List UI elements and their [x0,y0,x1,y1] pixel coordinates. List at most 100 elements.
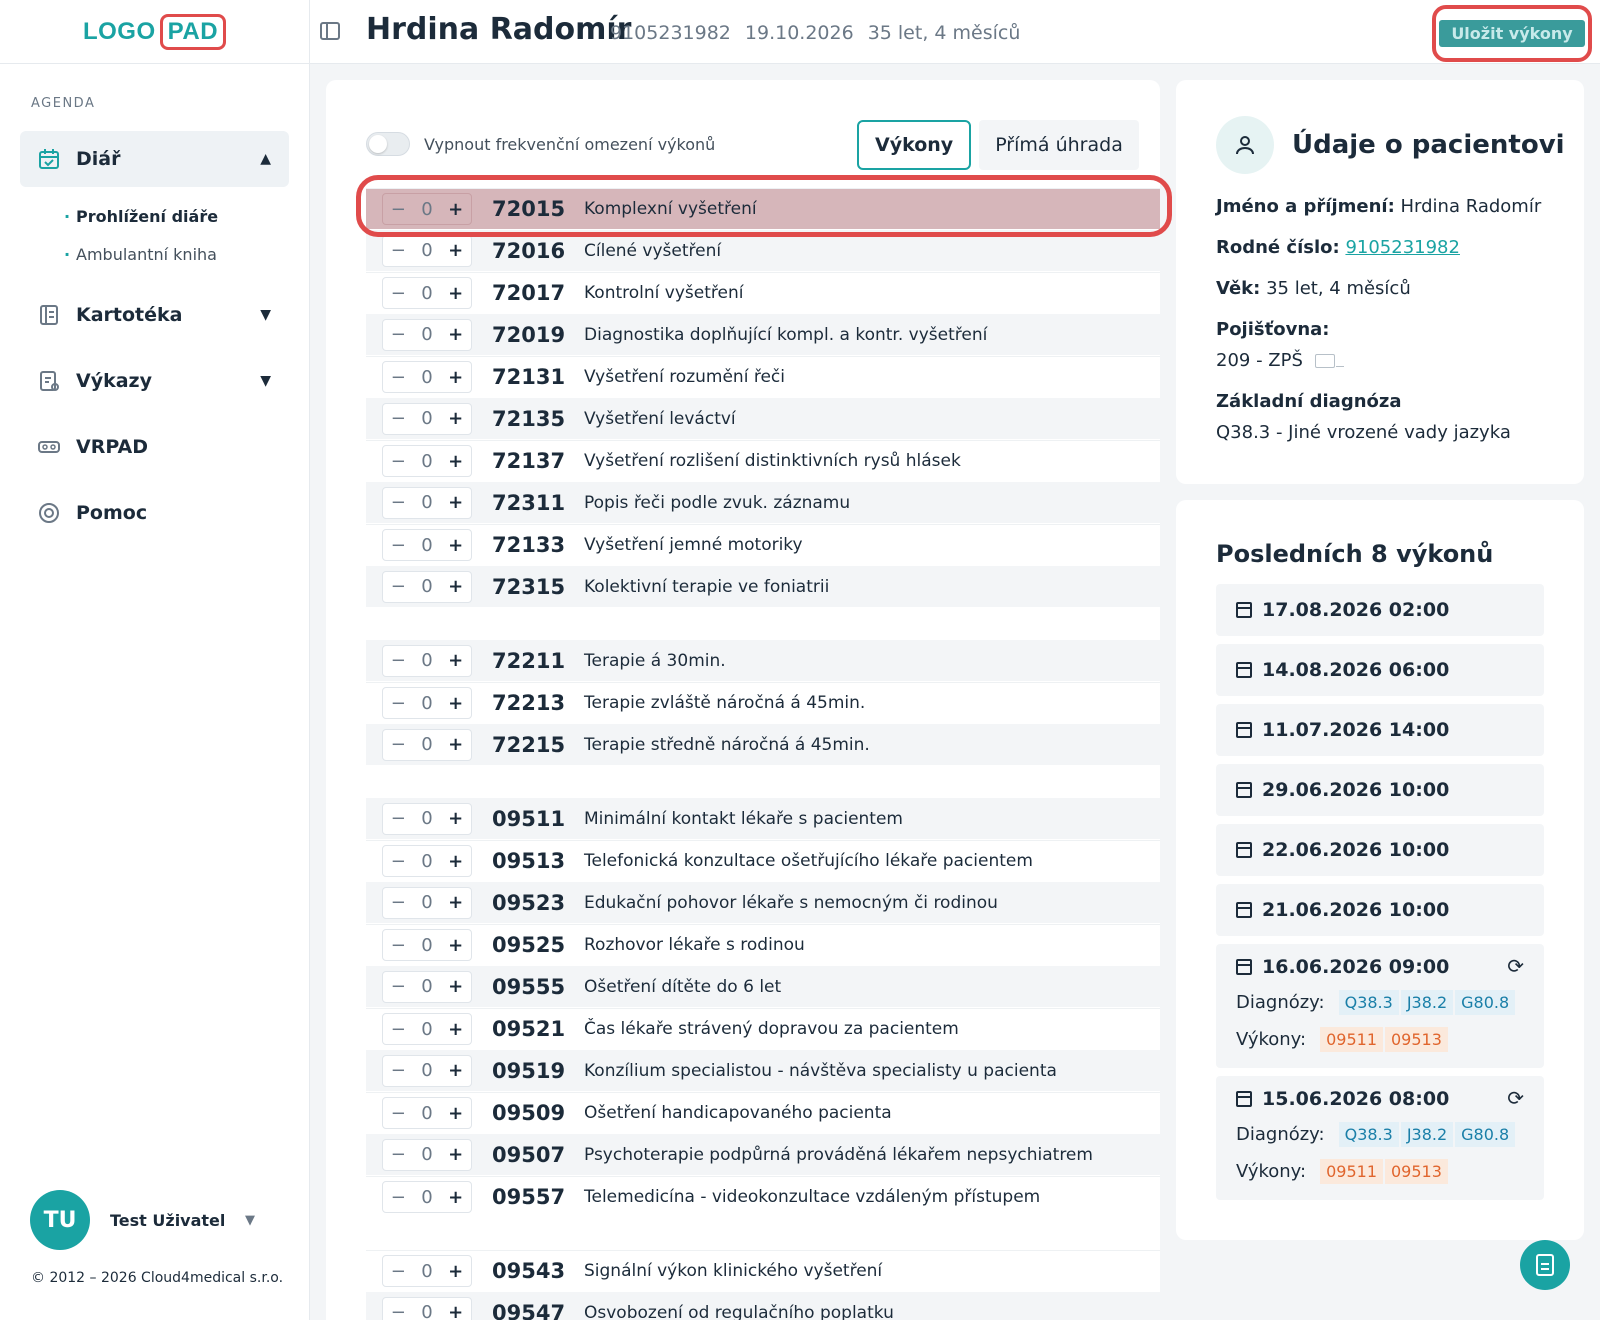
subnav-prohlizeni-diare[interactable]: Prohlížení diáře [64,197,309,235]
visit-item[interactable]: 15.06.2026 08:00 ⟳ Diagnózy: Q38.3 J38.2 G80.… [1216,1076,1544,1200]
procedure-row: −0 +72315 Kolektivní terapie ve foniatrii [366,566,1160,608]
minus-icon[interactable]: − [391,851,406,872]
visit-item[interactable]: 11.07.2026 14:00 [1216,704,1544,756]
sidebar-item-pomoc[interactable]: Pomoc [20,485,289,541]
minus-icon[interactable]: − [391,535,406,556]
minus-icon[interactable]: − [391,650,406,671]
minus-icon[interactable]: − [391,1103,406,1124]
tab-vykony[interactable]: Výkony [857,120,972,170]
minus-icon[interactable]: − [391,240,406,261]
visit-date: 29.06.2026 10:00 [1262,779,1450,801]
info-label: Jméno a příjmení: [1216,196,1395,217]
minus-icon[interactable]: − [391,734,406,755]
minus-icon[interactable]: − [391,1144,406,1165]
quantity-stepper: −0 + [382,1013,472,1045]
plus-icon[interactable]: + [448,451,463,472]
quantity-value: 0 [421,650,433,671]
visit-date: 17.08.2026 02:00 [1262,599,1450,621]
plus-icon[interactable]: + [448,650,463,671]
tabs: Výkony Přímá úhrada [857,120,1139,170]
plus-icon[interactable]: + [448,976,463,997]
minus-icon[interactable]: − [391,408,406,429]
minus-icon[interactable]: − [391,1187,406,1208]
subnav-ambulantni-kniha[interactable]: Ambulantní kniha [64,235,309,273]
quantity-stepper: −0 + [382,1181,472,1213]
plus-icon[interactable]: + [448,808,463,829]
visit-item[interactable]: 22.06.2026 10:00 [1216,824,1544,876]
plus-icon[interactable]: + [448,535,463,556]
toggle-label: Vypnout frekvenční omezení výkonů [424,134,716,154]
procedures-row: Výkony: 09511 09513 [1236,1027,1524,1052]
quantity-stepper: −0 + [382,1054,472,1087]
insurance-card-icon [1314,353,1344,368]
plus-icon[interactable]: + [448,576,463,597]
refresh-icon[interactable]: ⟳ [1507,1086,1524,1110]
plus-icon[interactable]: + [448,240,463,261]
plus-icon[interactable]: + [448,1144,463,1165]
diagnosis-tag: J38.2 [1400,1122,1454,1147]
minus-icon[interactable]: − [391,693,406,714]
visit-item[interactable]: 29.06.2026 10:00 [1216,764,1544,816]
calendar-icon [38,148,60,170]
plus-icon[interactable]: + [448,367,463,388]
visit-item[interactable]: 17.08.2026 02:00 [1216,584,1544,636]
minus-icon[interactable]: − [391,451,406,472]
minus-icon[interactable]: − [391,1019,406,1040]
plus-icon[interactable]: + [448,324,463,345]
plus-icon[interactable]: + [448,1302,463,1320]
minus-icon[interactable]: − [391,892,406,913]
frequency-toggle[interactable] [366,132,410,156]
minus-icon[interactable]: − [391,367,406,388]
minus-icon[interactable]: − [391,283,406,304]
minus-icon[interactable]: − [391,324,406,345]
sidebar-item-vrpad[interactable]: VRPAD [20,419,289,475]
minus-icon[interactable]: − [391,576,406,597]
procedure-description: Vyšetření rozumění řeči [584,367,785,387]
plus-icon[interactable]: + [448,492,463,513]
plus-icon[interactable]: + [448,1019,463,1040]
plus-icon[interactable]: + [448,1103,463,1124]
plus-icon[interactable]: + [448,734,463,755]
plus-icon[interactable]: + [448,283,463,304]
plus-icon[interactable]: + [448,693,463,714]
patient-info-header: Údaje o pacientovi [1216,116,1565,174]
plus-icon[interactable]: + [448,935,463,956]
document-fab[interactable] [1520,1240,1570,1290]
sidebar-item-kartoteka[interactable]: Kartotéka ▼ [20,287,289,343]
visit-item[interactable]: 21.06.2026 10:00 [1216,884,1544,936]
quantity-value: 0 [421,324,433,345]
plus-icon[interactable]: + [448,1187,463,1208]
minus-icon[interactable]: − [391,935,406,956]
visit-item[interactable]: 16.06.2026 09:00 ⟳ Diagnózy: Q38.3 J38.2 G80.… [1216,944,1544,1068]
minus-icon[interactable]: − [391,199,406,220]
visit-date: 15.06.2026 08:00 [1262,1088,1450,1110]
procedure-code: 09555 [492,974,566,999]
minus-icon[interactable]: − [391,808,406,829]
minus-icon[interactable]: − [391,1060,406,1081]
save-button[interactable]: Uložit výkony [1439,20,1585,47]
minus-icon[interactable]: − [391,1261,406,1282]
rc-link[interactable]: 9105231982 [1345,237,1460,258]
plus-icon[interactable]: + [448,851,463,872]
sidebar-item-diar[interactable]: Diář ▲ [20,131,289,187]
plus-icon[interactable]: + [448,1261,463,1282]
chevron-up-icon: ▲ [260,151,271,167]
plus-icon[interactable]: + [448,1060,463,1081]
procedure-code: 09519 [492,1058,566,1083]
procedure-code: 72015 [492,197,566,221]
refresh-icon[interactable]: ⟳ [1507,954,1524,978]
sidebar-toggle-icon[interactable] [320,22,340,40]
plus-icon[interactable]: + [448,892,463,913]
minus-icon[interactable]: − [391,492,406,513]
visit-item[interactable]: 14.08.2026 06:00 [1216,644,1544,696]
plus-icon[interactable]: + [448,199,463,220]
user-menu[interactable]: TU Test Uživatel ▼ [30,1190,255,1250]
minus-icon[interactable]: − [391,1302,406,1320]
sidebar-item-vykazy[interactable]: Výkazy ▼ [20,353,289,409]
tab-prima-uhrada[interactable]: Přímá úhrada [979,120,1139,170]
minus-icon[interactable]: − [391,976,406,997]
plus-icon[interactable]: + [448,408,463,429]
quantity-value: 0 [421,492,433,513]
logo[interactable]: LOGO PAD [83,13,227,50]
calendar-icon [1236,959,1252,975]
